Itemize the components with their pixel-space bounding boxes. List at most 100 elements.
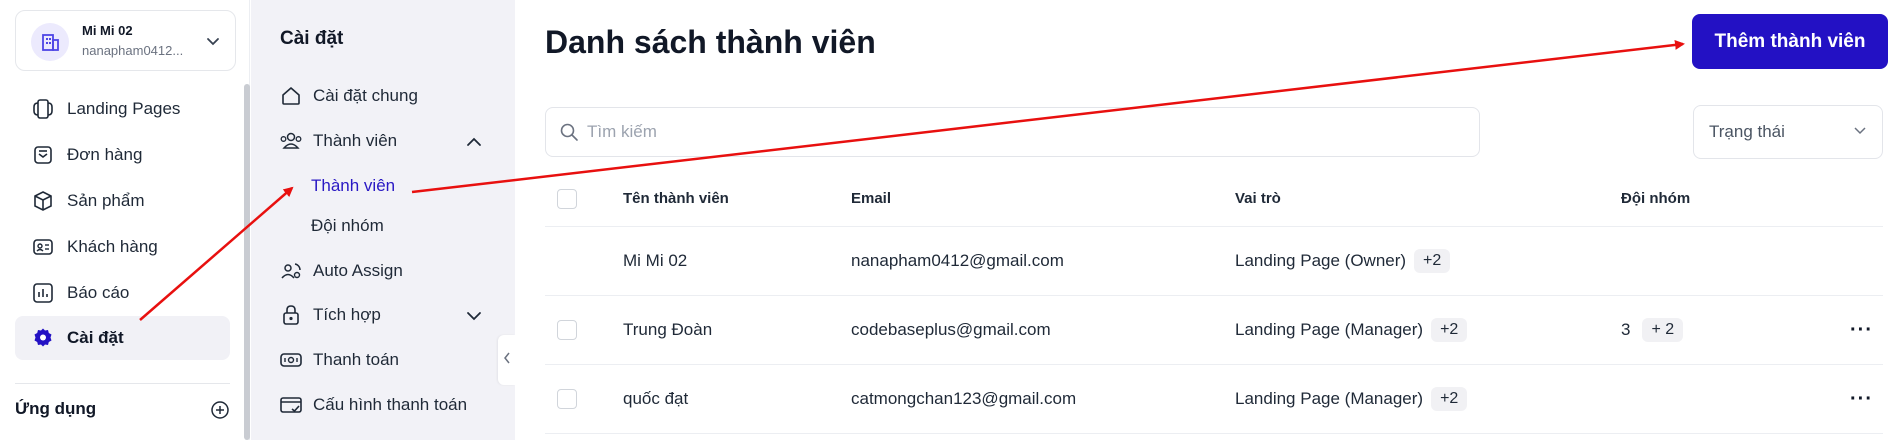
main-content: Danh sách thành viên Thêm thành viên Trạ… xyxy=(515,0,1901,440)
nav-item-customers[interactable]: Khách hàng xyxy=(15,225,230,269)
member-role: Landing Page (Owner) xyxy=(1235,251,1407,270)
column-header-name[interactable]: Tên thành viên xyxy=(623,171,729,226)
settings-item-label: Cài đặt chung xyxy=(313,86,418,105)
member-role: Landing Page (Manager) xyxy=(1235,389,1424,408)
building-icon xyxy=(31,23,69,61)
settings-item-label: Cấu hình thanh toán xyxy=(313,395,468,414)
nav-item-landing-pages[interactable]: Landing Pages xyxy=(15,87,230,131)
column-header-role[interactable]: Vai trò xyxy=(1235,171,1281,226)
settings-subitem-teams[interactable]: Đội nhóm xyxy=(311,216,384,236)
table-row[interactable]: Mi Mi 02 nanapham0412@gmail.com Landing … xyxy=(545,227,1883,296)
orders-icon xyxy=(31,143,55,167)
member-name: Mi Mi 02 xyxy=(623,251,688,270)
role-extra-badge[interactable]: +2 xyxy=(1414,249,1451,273)
nav-item-label: Báo cáo xyxy=(67,283,130,302)
settings-item-payment[interactable]: Thanh toán xyxy=(279,345,399,375)
row-select-cell xyxy=(557,296,577,364)
settings-item-general[interactable]: Cài đặt chung xyxy=(279,81,418,111)
settings-subitem-members[interactable]: Thành viên xyxy=(311,176,395,196)
payment-icon xyxy=(279,348,303,372)
left-navigation: Mi Mi 02 nanapham0412... Landing Pages Đ… xyxy=(0,0,250,440)
team-count: 3 xyxy=(1621,320,1631,339)
team-extra-badge[interactable]: + 2 xyxy=(1642,318,1684,342)
add-app-icon[interactable] xyxy=(210,400,230,425)
role-extra-badge[interactable]: +2 xyxy=(1431,387,1468,411)
chevron-left-icon xyxy=(502,351,512,370)
gear-icon xyxy=(31,326,55,350)
member-role-cell: Landing Page (Owner) +2 xyxy=(1235,227,1451,295)
home-icon xyxy=(279,84,303,108)
row-actions-cell: ··· xyxy=(1850,296,1873,364)
lock-icon xyxy=(279,303,303,327)
column-header-team[interactable]: Đội nhóm xyxy=(1621,171,1690,226)
chevron-down-icon xyxy=(205,33,221,54)
box-icon xyxy=(31,189,55,213)
add-member-button[interactable]: Thêm thành viên xyxy=(1692,14,1888,69)
member-name: quốc đạt xyxy=(623,389,689,408)
column-header-email[interactable]: Email xyxy=(851,171,891,226)
nav-item-reports[interactable]: Báo cáo xyxy=(15,271,230,315)
settings-item-integrations[interactable]: Tích hợp xyxy=(279,300,381,330)
settings-item-payment-config[interactable]: Cấu hình thanh toán xyxy=(279,390,467,420)
settings-item-auto-assign[interactable]: Auto Assign xyxy=(279,256,403,286)
bar-chart-icon xyxy=(31,281,55,305)
more-options-icon[interactable]: ··· xyxy=(1850,388,1873,411)
select-all-cell xyxy=(557,171,577,226)
table-header-row: Tên thành viên Email Vai trò Đội nhóm xyxy=(545,171,1883,227)
users-icon xyxy=(279,129,303,153)
search-input[interactable] xyxy=(587,122,1447,142)
table-row[interactable]: Trung Đoàn codebaseplus@gmail.com Landin… xyxy=(545,296,1883,365)
table-row[interactable]: quốc đạt catmongchan123@gmail.com Landin… xyxy=(545,365,1883,434)
auto-assign-icon xyxy=(279,259,303,283)
member-email: codebaseplus@gmail.com xyxy=(851,320,1051,339)
nav-scrollbar[interactable] xyxy=(244,84,250,440)
settings-item-label: Thanh toán xyxy=(313,350,400,369)
member-role: Landing Page (Manager) xyxy=(1235,320,1424,339)
more-options-icon[interactable]: ··· xyxy=(1850,319,1873,342)
settings-item-label: Auto Assign xyxy=(313,261,403,280)
row-checkbox[interactable] xyxy=(557,389,577,409)
select-all-checkbox[interactable] xyxy=(557,188,577,209)
members-table: Tên thành viên Email Vai trò Đội nhóm Mi… xyxy=(545,171,1883,434)
row-checkbox[interactable] xyxy=(557,320,577,340)
nav-item-label: Landing Pages xyxy=(67,99,181,118)
nav-item-products[interactable]: Sản phẩm xyxy=(15,179,230,223)
settings-item-members[interactable]: Thành viên xyxy=(279,126,479,156)
settings-item-label: Thành viên xyxy=(313,131,398,150)
search-icon xyxy=(559,122,579,142)
nav-divider xyxy=(15,383,230,384)
chevron-up-icon[interactable] xyxy=(465,133,483,156)
member-role-cell: Landing Page (Manager) +2 xyxy=(1235,296,1468,364)
contact-card-icon xyxy=(31,235,55,259)
row-actions-cell: ··· xyxy=(1850,365,1873,433)
settings-item-label: Tích hợp xyxy=(313,305,381,324)
chevron-down-icon[interactable] xyxy=(465,307,483,330)
nav-item-settings[interactable]: Cài đặt xyxy=(15,316,230,360)
nav-item-orders[interactable]: Đơn hàng xyxy=(15,133,230,177)
search-box[interactable] xyxy=(545,107,1480,157)
settings-panel: Cài đặt Cài đặt chung Thành viên Thành v… xyxy=(251,0,515,440)
nav-item-label: Cài đặt xyxy=(67,328,124,347)
settings-title: Cài đặt xyxy=(280,28,344,49)
nav-item-label: Khách hàng xyxy=(67,237,158,256)
status-filter-select[interactable]: Trạng thái xyxy=(1693,105,1883,159)
collapse-sidebar-button[interactable] xyxy=(498,335,515,385)
row-select-cell xyxy=(557,365,577,433)
page-title: Danh sách thành viên xyxy=(545,24,876,60)
card-check-icon xyxy=(279,393,303,417)
member-team-cell: 3 + 2 xyxy=(1621,296,1684,364)
workspace-name: Mi Mi 02 xyxy=(82,23,133,38)
landing-pages-icon xyxy=(31,97,55,121)
member-email: catmongchan123@gmail.com xyxy=(851,389,1077,408)
workspace-switcher[interactable]: Mi Mi 02 nanapham0412... xyxy=(15,10,236,71)
apps-section-label: Ứng dụng xyxy=(15,399,97,418)
nav-item-label: Sản phẩm xyxy=(67,191,145,210)
workspace-email: nanapham0412... xyxy=(82,43,184,58)
role-extra-badge[interactable]: +2 xyxy=(1431,318,1468,342)
status-filter-label: Trạng thái xyxy=(1709,122,1785,141)
member-name: Trung Đoàn xyxy=(623,320,713,339)
member-email: nanapham0412@gmail.com xyxy=(851,251,1064,270)
chevron-down-icon xyxy=(1853,123,1867,142)
nav-item-label: Đơn hàng xyxy=(67,145,143,164)
member-role-cell: Landing Page (Manager) +2 xyxy=(1235,365,1468,433)
